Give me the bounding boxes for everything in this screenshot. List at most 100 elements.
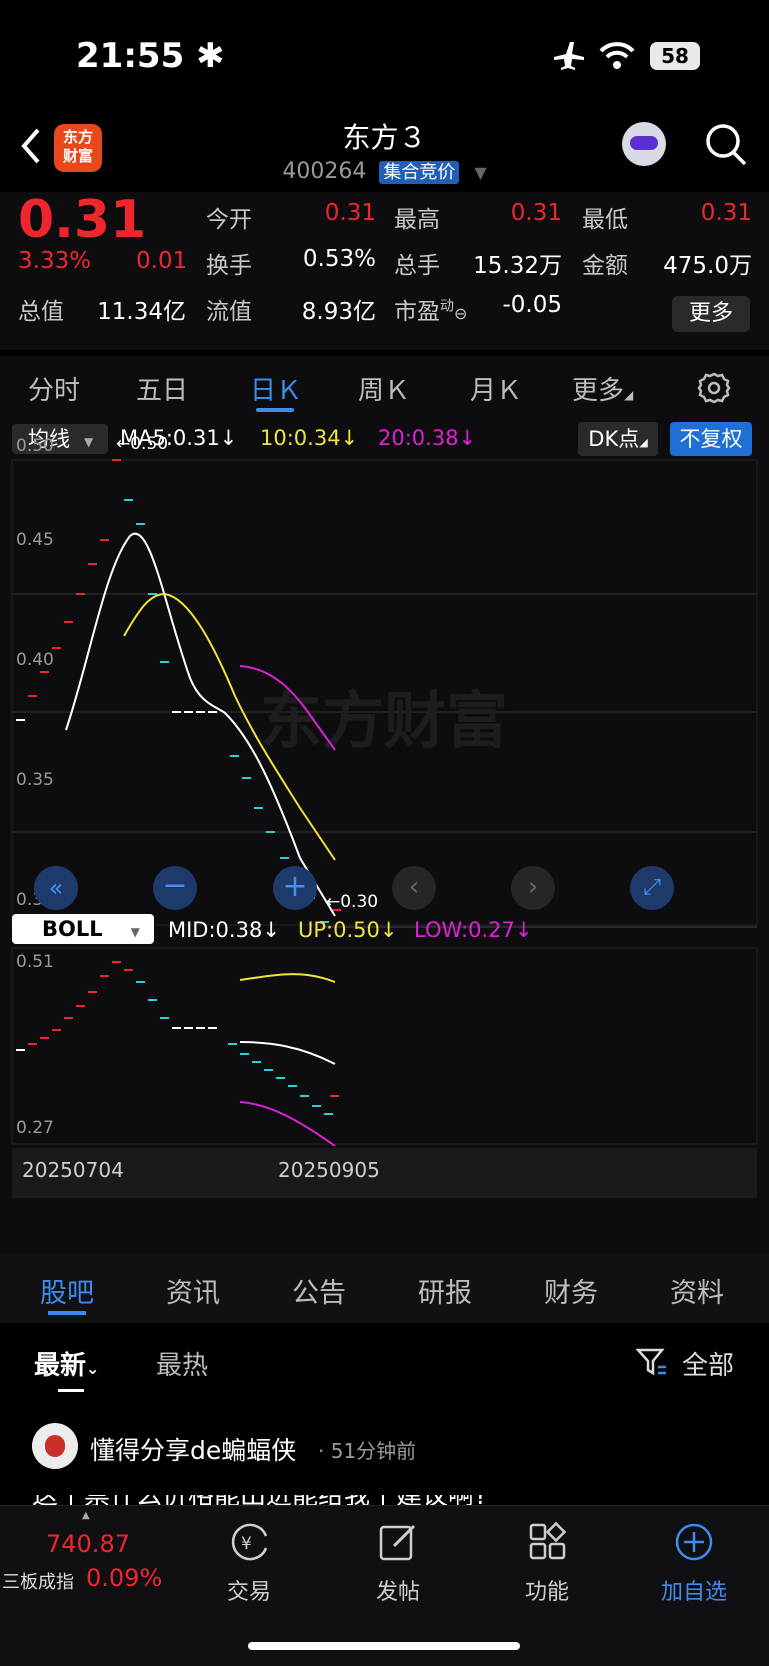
zoom-out-icon[interactable]: − (153, 866, 197, 910)
float-label: 流值 (206, 299, 252, 325)
filter-icon[interactable] (636, 1347, 668, 1377)
tab-news[interactable]: 资讯 (166, 1271, 220, 1310)
compose-icon[interactable] (378, 1522, 420, 1562)
next-icon[interactable]: › (511, 866, 555, 910)
turnover-label: 换手 (206, 253, 252, 279)
status-time: 21:55 ✱ (76, 36, 225, 76)
low-value: 0.31 (700, 200, 752, 226)
price-change-pct: 3.33% (18, 248, 92, 274)
watermark: 东方财富 (260, 684, 508, 757)
tab-weekly-k[interactable]: 周Ｋ (358, 370, 410, 407)
nav-function-label[interactable]: 功能 (497, 1574, 597, 1606)
open-label: 今开 (206, 207, 252, 233)
volume-value: 15.32万 (473, 253, 562, 279)
tab-five-day[interactable]: 五日 (136, 370, 188, 407)
post-item[interactable]: 懂得分享de蝙蝠侠 · 51分钟前 这个票什么价格能出进能给我个建议啊? (0, 1403, 769, 1509)
index-name: 三板成指 (2, 1572, 74, 1593)
sort-hot[interactable]: 最热 (156, 1345, 208, 1382)
price-change: 0.01 (136, 248, 188, 274)
boll-up-legend: UP:0.50↓ (298, 918, 398, 942)
high-label: 最高 (394, 207, 440, 233)
last-price: 0.31 (18, 190, 147, 250)
fullscreen-icon[interactable]: ⤢ (630, 866, 674, 910)
float-value: 8.93亿 (301, 299, 376, 325)
expand-up-icon[interactable]: ▲ (82, 1510, 90, 1521)
avatar[interactable] (32, 1423, 78, 1469)
sort-indicator (58, 1389, 84, 1392)
nav-add-label[interactable]: 加自选 (644, 1574, 744, 1606)
add-watchlist-icon[interactable] (674, 1522, 714, 1562)
active-tab-indicator (256, 408, 294, 412)
boll-up-line (239, 973, 336, 983)
airplane-icon (554, 42, 584, 70)
filter-all[interactable]: 全部 (682, 1345, 734, 1382)
period-tabs: 分时 五日 日Ｋ 周Ｋ 月Ｋ 更多◢ (0, 356, 769, 418)
y-tick-050: 0.50 (16, 436, 54, 456)
ma10-legend: 10:0.34↓ (260, 426, 359, 450)
content-tabs: 股吧 资讯 公告 研报 财务 资料 (0, 1253, 769, 1323)
high-value: 0.31 (510, 200, 562, 226)
auction-badge: 集合竞价 (379, 161, 460, 184)
nav-trade-label[interactable]: 交易 (199, 1574, 299, 1606)
wifi-icon (599, 42, 635, 69)
tab-more[interactable]: 更多◢ (572, 370, 633, 407)
dk-point-button[interactable]: DK点◢ (578, 422, 658, 456)
no-adjust-button[interactable]: 不复权 (670, 422, 752, 456)
tab-announcements[interactable]: 公告 (292, 1271, 346, 1310)
bottom-nav: ▲ 740.87 三板成指 0.09% ¥ 交易 发帖 功能 加自选 (0, 1505, 769, 1666)
boll-mid-line (239, 1041, 336, 1065)
tab-finance[interactable]: 财务 (544, 1271, 598, 1310)
amount-value: 475.0万 (663, 253, 752, 279)
volume-label: 总手 (394, 253, 440, 279)
sort-latest[interactable]: 最新⌄ (34, 1345, 99, 1382)
boll-tick-top: 0.51 (16, 952, 54, 972)
boll-low-legend: LOW:0.27↓ (414, 918, 533, 942)
amount-label: 金额 (582, 253, 628, 279)
post-author[interactable]: 懂得分享de蝙蝠侠 (90, 1431, 296, 1467)
date-end: 20250905 (278, 1158, 380, 1182)
tab-intraday[interactable]: 分时 (28, 370, 80, 407)
low-label: 最低 (582, 207, 628, 233)
tab-research[interactable]: 研报 (418, 1271, 472, 1310)
kline-main-chart: 东方财富 (11, 459, 758, 928)
boll-chart (11, 947, 758, 1146)
zoom-in-icon[interactable]: + (273, 866, 317, 910)
index-value[interactable]: 740.87 (46, 1530, 130, 1558)
robot-assistant-icon[interactable] (622, 122, 666, 166)
low-price-tag: ←0.30 (326, 892, 379, 912)
boll-tick-bottom: 0.27 (16, 1118, 54, 1138)
high-price-tag: ←0.50 (116, 434, 169, 454)
y-tick-045: 0.45 (16, 530, 54, 550)
nav-post-label[interactable]: 发帖 (348, 1574, 448, 1606)
quote-panel: 0.31 3.33% 0.01 今开 0.31 最高 0.31 最低 0.31 … (0, 190, 769, 350)
stock-code: 400264 (282, 159, 367, 184)
trade-icon[interactable]: ¥ (228, 1522, 272, 1562)
active-content-indicator (48, 1311, 86, 1315)
date-axis: 20250704 20250905 (12, 1148, 757, 1198)
dropdown-icon[interactable]: ▼ (474, 163, 486, 182)
scroll-start-icon[interactable]: « (34, 866, 78, 910)
boll-select[interactable]: BOLL ▼ (12, 914, 154, 944)
prev-icon[interactable]: ‹ (392, 866, 436, 910)
tab-daily-k[interactable]: 日Ｋ (250, 370, 302, 407)
stock-header: 东方 财富 东方３ 400264 集合竞价 ▼ (0, 110, 769, 192)
status-bar: 21:55 ✱ 58 (0, 0, 769, 110)
tab-profile[interactable]: 资料 (670, 1271, 724, 1310)
sort-row: 最新⌄ 最热 全部 (0, 1323, 769, 1403)
open-value: 0.31 (324, 200, 376, 226)
kline-chart-panel[interactable]: 均线 ▼ MA5:0.31↓ 10:0.34↓ 20:0.38↓ DK点◢ 不复权… (0, 418, 769, 1253)
functions-grid-icon[interactable] (528, 1522, 568, 1562)
tab-guba[interactable]: 股吧 (40, 1271, 94, 1310)
settings-gear-icon[interactable] (696, 370, 732, 406)
home-indicator (248, 1642, 520, 1650)
turnover-value: 0.53% (302, 246, 376, 272)
pe-label: 市盈动⊖ (394, 298, 468, 325)
tab-monthly-k[interactable]: 月Ｋ (470, 370, 522, 407)
pe-value: -0.05 (502, 292, 562, 318)
mktcap-value: 11.34亿 (97, 299, 186, 325)
boll-mid-legend: MID:0.38↓ (168, 918, 280, 942)
index-pct: 0.09% (86, 1564, 163, 1592)
search-icon[interactable] (704, 122, 748, 168)
more-button[interactable]: 更多 (672, 296, 750, 332)
post-time: · 51分钟前 (318, 1439, 417, 1463)
